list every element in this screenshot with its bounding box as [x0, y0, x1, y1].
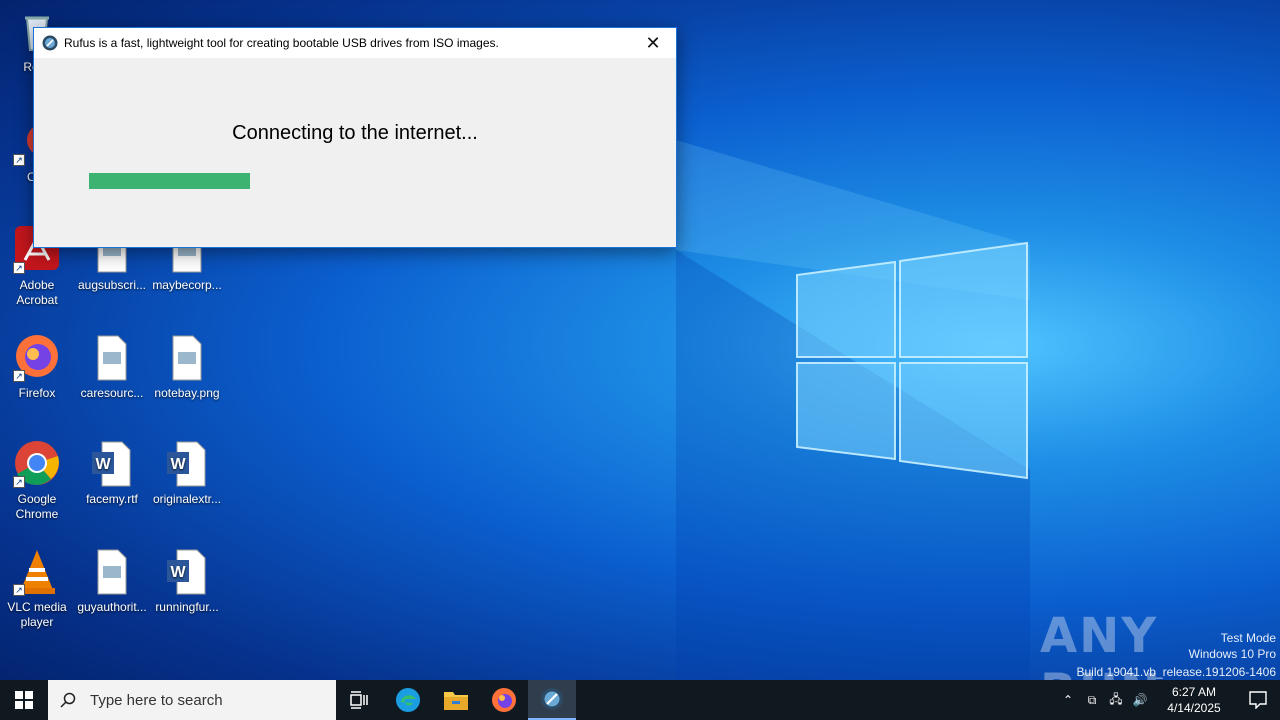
- taskbar-file-explorer[interactable]: [432, 680, 480, 720]
- taskbar-clock[interactable]: 6:27 AM 4/14/2025: [1158, 684, 1230, 716]
- dialog-title: Rufus is a fast, lightweight tool for cr…: [64, 36, 499, 50]
- taskbar-firefox[interactable]: [480, 680, 528, 720]
- svg-text:W: W: [95, 456, 111, 473]
- shortcut-arrow-icon: ↗: [13, 476, 25, 488]
- close-button[interactable]: ✕: [630, 28, 676, 58]
- desktop-icon-file[interactable]: guyauthorit...: [75, 548, 149, 615]
- desktop-icon-label: Google Chrome: [15, 492, 59, 521]
- system-tray: ⌃ ⧉ 🖧 🔊 6:27 AM 4/14/2025: [1056, 680, 1280, 720]
- dialog-titlebar[interactable]: Rufus is a fast, lightweight tool for cr…: [34, 28, 676, 58]
- firefox-icon: [492, 688, 516, 712]
- desktop-icon-label: guyauthorit...: [77, 600, 147, 614]
- taskbar: Type here to search ⌃ ⧉ 🖧 🔊 6:27 AM 4/14…: [0, 680, 1280, 720]
- desktop-icon-label: Adobe Acrobat: [16, 278, 58, 307]
- image-file-icon: [88, 548, 136, 596]
- shortcut-arrow-icon: ↗: [13, 584, 25, 596]
- image-file-icon: [88, 334, 136, 382]
- task-view-button[interactable]: [336, 680, 384, 720]
- word-document-icon: W: [163, 548, 211, 596]
- close-icon: ✕: [645, 32, 661, 53]
- shortcut-arrow-icon: ↗: [13, 262, 25, 274]
- desktop-icon-label: originalextr...: [152, 492, 222, 506]
- dialog-body: Connecting to the internet...: [34, 58, 676, 247]
- vlc-icon: ↗: [13, 548, 61, 596]
- clock-date: 4/14/2025: [1167, 701, 1221, 715]
- task-view-icon: [350, 691, 368, 709]
- edge-icon: [396, 688, 420, 712]
- word-document-icon: W: [88, 440, 136, 488]
- rufus-icon: [42, 35, 58, 51]
- meet-now-icon[interactable]: ⧉: [1080, 693, 1104, 708]
- action-center-button[interactable]: [1236, 691, 1280, 709]
- shortcut-arrow-icon: ↗: [13, 154, 25, 166]
- test-mode-label: Test Mode: [1220, 631, 1276, 645]
- word-document-icon: W: [163, 440, 211, 488]
- desktop-icon-file[interactable]: W originalextr...: [150, 440, 224, 507]
- desktop-icon-label: VLC media player: [7, 600, 67, 629]
- progress-bar: [89, 173, 624, 189]
- desktop-icon-label: notebay.png: [154, 386, 220, 400]
- windows-start-icon: [15, 691, 33, 709]
- taskbar-edge[interactable]: [384, 680, 432, 720]
- notification-icon: [1249, 691, 1267, 709]
- firefox-icon: ↗: [13, 334, 61, 382]
- progress-fill: [89, 173, 250, 189]
- desktop-icon-vlc[interactable]: ↗ VLC media player: [0, 548, 74, 630]
- desktop-icon-label: Firefox: [18, 386, 56, 400]
- desktop-icon-label: runningfur...: [155, 600, 219, 614]
- desktop-icon-label: maybecorp...: [152, 278, 222, 292]
- desktop-icon-file[interactable]: W facemy.rtf: [75, 440, 149, 507]
- chrome-icon: ↗: [13, 440, 61, 488]
- svg-text:W: W: [170, 564, 186, 581]
- rufus-dialog[interactable]: Rufus is a fast, lightweight tool for cr…: [33, 27, 677, 248]
- status-text: Connecting to the internet...: [232, 122, 478, 144]
- desktop-icon-label: facemy.rtf: [86, 492, 138, 506]
- taskbar-rufus[interactable]: [528, 680, 576, 720]
- taskbar-search-box[interactable]: Type here to search: [48, 680, 336, 720]
- search-placeholder: Type here to search: [90, 691, 223, 709]
- svg-text:W: W: [170, 456, 186, 473]
- desktop-icon-label: augsubscri...: [77, 278, 147, 292]
- build-label: Build 19041.vb_release.191206-1406: [1076, 665, 1277, 679]
- clock-time: 6:27 AM: [1171, 685, 1217, 699]
- windows-logo: [796, 241, 1028, 480]
- desktop-icon-firefox[interactable]: ↗ Firefox: [0, 334, 74, 401]
- desktop-icon-file[interactable]: W runningfur...: [150, 548, 224, 615]
- desktop-icon-file[interactable]: notebay.png: [150, 334, 224, 401]
- chevron-up-icon[interactable]: ⌃: [1056, 693, 1080, 707]
- image-file-icon: [163, 334, 211, 382]
- desktop-icon-file[interactable]: caresourc...: [75, 334, 149, 401]
- search-icon: [60, 692, 76, 708]
- file-explorer-icon: [444, 692, 468, 710]
- windows-edition-label: Windows 10 Pro: [1188, 647, 1276, 661]
- desktop-icon-label: caresourc...: [80, 386, 144, 400]
- volume-icon[interactable]: 🔊: [1128, 693, 1152, 707]
- desktop-icon-google-chrome[interactable]: ↗ Google Chrome: [0, 440, 74, 522]
- start-button[interactable]: [0, 680, 48, 720]
- rufus-icon: [541, 688, 563, 710]
- network-icon[interactable]: 🖧: [1104, 690, 1128, 711]
- shortcut-arrow-icon: ↗: [13, 370, 25, 382]
